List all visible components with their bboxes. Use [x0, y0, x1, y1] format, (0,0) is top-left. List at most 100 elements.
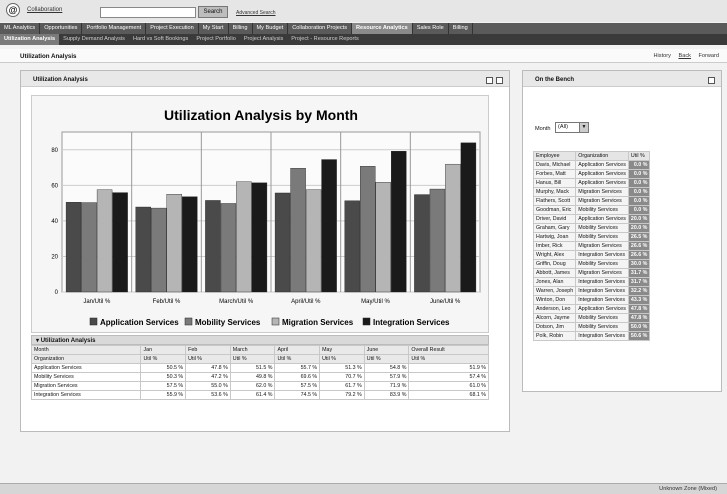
table-section-title[interactable]: ▾ Utilization Analysis — [31, 335, 489, 345]
nav-tab[interactable]: Portfolio Management — [82, 23, 147, 34]
nav-tab[interactable]: Billing — [229, 23, 253, 34]
utilization-table-section: ▾ Utilization Analysis Month Jan Feb March A… — [30, 335, 489, 400]
employee-cell: Alcorn, Jayme — [532, 313, 577, 323]
util-cell: 0.0 % — [627, 169, 651, 179]
legend-swatch — [271, 317, 280, 326]
bar — [81, 202, 97, 293]
security-zone-label: Unknown Zone (Mixed) — [659, 486, 717, 492]
legend-swatch — [89, 317, 98, 326]
table-row: Hartwig, Joan Mobility Services 26.5 % — [532, 232, 651, 242]
employee-cell: Abbott, James — [532, 268, 577, 278]
table-cell: 50.3 % — [140, 372, 187, 382]
utilization-panel-title: Utilization Analysis — [33, 77, 88, 83]
table-row: Driver, David Application Services 20.0 % — [532, 214, 651, 224]
nav-tab[interactable]: My Budget — [253, 23, 289, 34]
month-select-value: (All) — [558, 124, 568, 130]
nav-tab[interactable]: My Start — [199, 23, 229, 34]
table-cell: 71.9 % — [363, 381, 410, 391]
table-cell: April — [274, 345, 321, 355]
nav-tab[interactable]: Billing — [449, 23, 473, 34]
x-tick-label: April/Util % — [291, 299, 321, 305]
table-row: Organization Util % Util % Util % Util % Util… — [30, 354, 489, 364]
search-button[interactable]: Search — [198, 6, 228, 18]
table-row: Alcorn, Jayme Mobility Services 47.8 % — [532, 313, 651, 323]
table-cell: 53.6 % — [185, 390, 231, 400]
utilization-panel: Utilization Analysis Utilization Analysi… — [20, 70, 510, 432]
table-cell: Organization — [30, 354, 142, 364]
month-label: Month — [535, 126, 551, 132]
organization-cell: Integration Services — [575, 286, 629, 296]
y-tick-label: 0 — [55, 290, 59, 296]
nav-tab[interactable]: Project Execution — [146, 23, 199, 34]
nav-tab[interactable]: Sales Role — [413, 23, 449, 34]
table-cell: 47.8 % — [185, 363, 231, 373]
app-logo-icon[interactable]: @ — [6, 3, 20, 17]
legend-label: Mobility Services — [195, 318, 261, 327]
search-input[interactable] — [100, 7, 196, 18]
nav-tab[interactable]: ML Analytics — [0, 23, 41, 34]
table-row: Imber, Rick Migration Services 26.6 % — [532, 241, 651, 251]
bar — [220, 203, 237, 293]
bar — [112, 192, 128, 293]
menu-icon[interactable] — [708, 77, 715, 84]
advanced-search-link[interactable]: Advanced Search — [236, 10, 275, 16]
nav-tab[interactable]: Resource Analytics — [352, 23, 413, 34]
table-cell: 55.7 % — [274, 363, 321, 373]
sub-tab[interactable]: Hard vs Soft Bookings — [129, 34, 192, 45]
table-cell: May — [319, 345, 365, 355]
forward-link[interactable]: Forward — [698, 53, 719, 59]
util-cell: 31.7 % — [627, 277, 651, 287]
table-row: Flathers, Scott Migration Services 0.0 % — [532, 196, 651, 206]
employee-cell: Imber, Rick — [532, 241, 577, 251]
table-cell: Util % — [408, 354, 489, 364]
bar — [236, 181, 252, 293]
table-cell: Util % — [274, 354, 321, 364]
table-cell: 83.9 % — [363, 390, 410, 400]
page-header: Utilization Analysis History Back Forwar… — [0, 49, 727, 63]
table-row: Integration Services 55.9 % 53.6 % 61.4 % 74… — [30, 390, 489, 400]
table-cell: Util % — [319, 354, 365, 364]
sub-tab[interactable]: Project Analysis — [240, 34, 287, 45]
table-cell: 62.0 % — [229, 381, 276, 391]
table-row: Graham, Gary Mobility Services 20.0 % — [532, 223, 651, 233]
history-button[interactable]: History — [654, 53, 671, 59]
table-cell: 47.2 % — [185, 372, 231, 382]
util-cell: 47.8 % — [627, 304, 651, 314]
nav-tab[interactable]: Collaboration Projects — [288, 23, 352, 34]
table-cell: Feb — [185, 345, 231, 355]
chevron-down-icon[interactable]: ▼ — [579, 123, 588, 132]
sub-tab[interactable]: Project Portfolio — [192, 34, 239, 45]
back-link[interactable]: Back — [678, 53, 690, 59]
bar — [166, 194, 182, 293]
sub-tab[interactable]: Utilization Analysis — [0, 34, 60, 45]
table-cell: 68.1 % — [408, 390, 489, 400]
sub-tab[interactable]: Supply Demand Analysis — [59, 34, 129, 45]
table-cell: Util % — [363, 354, 410, 364]
utilization-chart: Utilization Analysis by Month 0 20 40 60 80 Ja… — [51, 107, 481, 327]
organization-cell: Application Services — [575, 304, 629, 314]
bar — [274, 192, 291, 293]
table-row: Murphy, Mack Migration Services 0.0 % — [532, 187, 651, 197]
table-cell: 51.3 % — [319, 363, 365, 373]
employee-cell: Jones, Alan — [532, 277, 577, 287]
bench-panel-header: On the Bench — [523, 71, 721, 87]
collaboration-link[interactable]: Collaboration — [27, 7, 62, 13]
month-select[interactable]: (All) ▼ — [555, 122, 589, 133]
util-cell: 0.0 % — [627, 187, 651, 197]
util-cell: 20.0 % — [627, 223, 651, 233]
organization-cell: Integration Services — [575, 277, 629, 287]
table-cell: 61.7 % — [319, 381, 365, 391]
nav-tab[interactable]: Opportunities — [40, 23, 83, 34]
sub-tab[interactable]: Project - Resource Reports — [287, 34, 362, 45]
y-tick-label: 40 — [51, 219, 58, 225]
minimize-icon[interactable] — [496, 77, 503, 84]
employee-cell: Wright, Alex — [532, 250, 577, 260]
organization-cell: Migration Services — [575, 241, 629, 251]
table-cell: Util % — [229, 354, 276, 364]
legend-label: Migration Services — [282, 318, 354, 327]
top-bar: @ Collaboration Search Advanced Search — [0, 0, 727, 22]
table-cell: 50.5 % — [140, 363, 187, 373]
menu-icon[interactable] — [486, 77, 493, 84]
chart-area: Utilization Analysis by Month 0 20 40 60 80 Ja… — [31, 95, 489, 333]
util-cell: 0.0 % — [627, 205, 651, 215]
